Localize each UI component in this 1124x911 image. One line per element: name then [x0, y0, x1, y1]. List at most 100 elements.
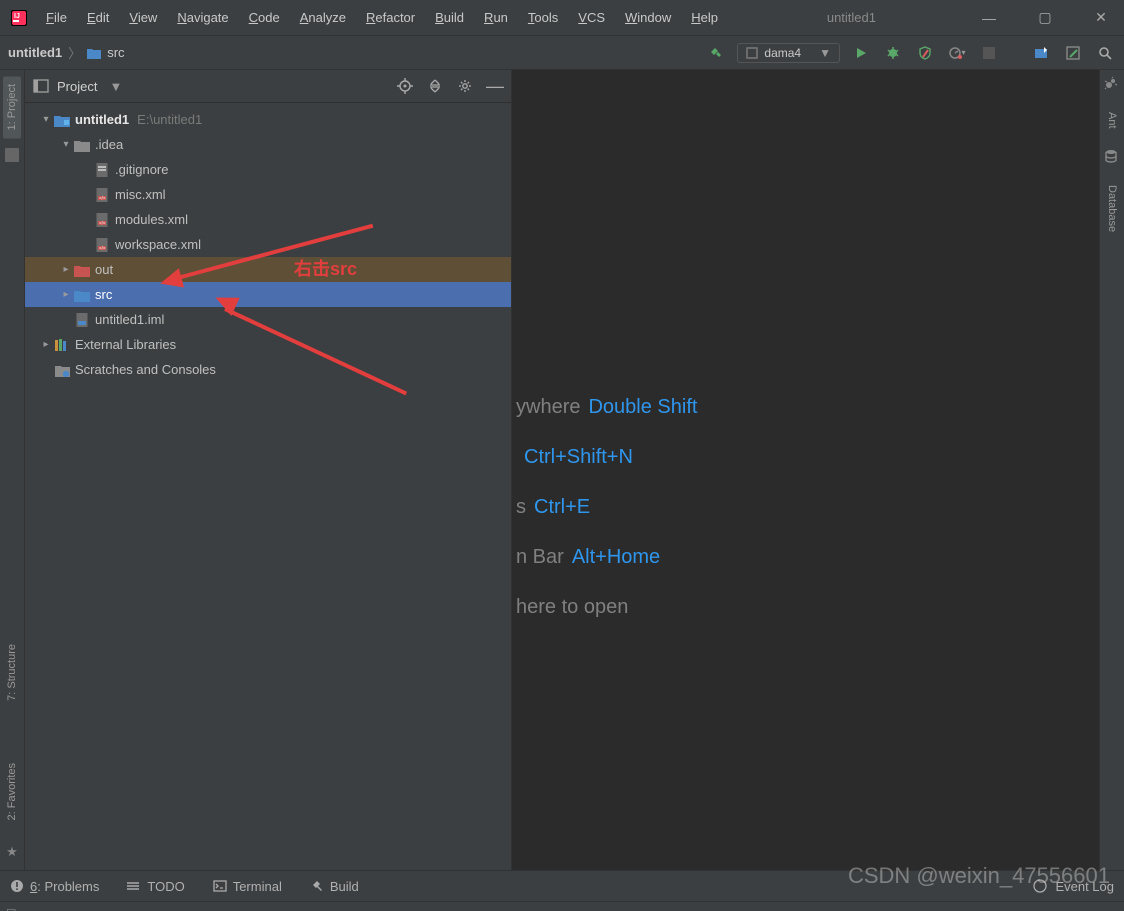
tree-node-label: External Libraries [75, 337, 176, 352]
run-configuration-selector[interactable]: dama4 ▼ [737, 43, 840, 63]
status-bar-hammer[interactable]: Build [310, 879, 359, 894]
status-bar: 6: Problems TODO Terminal Build Event Log [0, 870, 1124, 901]
welcome-hints: ywhere Double Shift Ctrl+Shift+Ns Ctrl+E… [516, 382, 697, 632]
tool-window-button-structure[interactable]: 7: Structure [6, 638, 18, 707]
tree-node-label: untitled1.iml [95, 312, 164, 327]
bottom-strip: ▭ [0, 901, 1124, 911]
tool-window-button-project[interactable]: 1: Project [3, 76, 21, 138]
folder-red-icon [73, 262, 91, 278]
event-log-button[interactable]: Event Log [1055, 879, 1114, 894]
welcome-hint-line: ywhere Double Shift [516, 382, 697, 432]
status-bar-item-label: Terminal [233, 879, 282, 894]
xml-icon: </> [93, 237, 111, 253]
welcome-hint-line: here to open [516, 582, 697, 632]
ide-settings-icon[interactable] [1062, 42, 1084, 64]
tree-node-untitled1[interactable]: ▾ untitled1 E:\untitled1 [25, 107, 511, 132]
right-tool-window-bar: Ant Database [1099, 70, 1124, 870]
tool-window-button-favorites[interactable]: 2: Favorites [6, 757, 18, 826]
locate-icon[interactable] [397, 78, 413, 94]
event-log-icon [1033, 879, 1047, 893]
tool-window-button-database[interactable]: Database [1106, 181, 1118, 236]
tree-node-misc-xml[interactable]: </>misc.xml [25, 182, 511, 207]
project-icon [33, 79, 49, 93]
tree-node-label: untitled1 [75, 112, 129, 127]
window-minimize-button[interactable]: — [966, 0, 1012, 35]
welcome-hint-line: s Ctrl+E [516, 482, 697, 532]
tree-node-untitled1-iml[interactable]: untitled1.iml [25, 307, 511, 332]
menu-file[interactable]: File [36, 6, 77, 29]
shortcut-key: Double Shift [588, 382, 697, 432]
menu-edit[interactable]: Edit [77, 6, 119, 29]
menu-view[interactable]: View [119, 6, 167, 29]
menu-run[interactable]: Run [474, 6, 518, 29]
chevron-down-icon[interactable]: ▼ [109, 79, 122, 94]
tree-node-workspace-xml[interactable]: </>workspace.xml [25, 232, 511, 257]
breadcrumb-item[interactable]: untitled1 [8, 45, 62, 60]
gear-icon[interactable] [457, 78, 473, 94]
chevron-down-icon: ▼ [819, 46, 831, 60]
tree-arrow-icon[interactable]: ▾ [39, 114, 53, 125]
project-tree[interactable]: ▾ untitled1 E:\untitled1 ▾.idea .gitignore </… [25, 103, 511, 870]
svg-text:</>: </> [99, 220, 106, 225]
tree-arrow-icon[interactable]: ▸ [59, 264, 73, 275]
tree-node-out[interactable]: ▸out [25, 257, 511, 282]
tree-node-hint: E:\untitled1 [137, 112, 202, 127]
folder-icon [87, 47, 101, 59]
svg-text:IJ: IJ [14, 13, 20, 20]
hide-icon[interactable]: — [487, 78, 503, 94]
tool-window-button-generic-icon[interactable] [5, 148, 19, 162]
tree-arrow-icon[interactable]: ▸ [59, 289, 73, 300]
tree-node--idea[interactable]: ▾.idea [25, 132, 511, 157]
menu-navigate[interactable]: Navigate [167, 6, 238, 29]
status-bar-terminal[interactable]: Terminal [213, 879, 282, 894]
tree-node-modules-xml[interactable]: </>modules.xml [25, 207, 511, 232]
scratch-icon [53, 362, 71, 378]
menu-refactor[interactable]: Refactor [356, 6, 425, 29]
breadcrumb[interactable]: untitled1 〉 src [8, 43, 125, 62]
tree-arrow-icon[interactable]: ▸ [39, 339, 53, 350]
xml-icon: </> [93, 187, 111, 203]
tree-node-src[interactable]: ▸src [25, 282, 511, 307]
tool-window-button-ant[interactable]: Ant [1106, 108, 1118, 133]
breadcrumb-item[interactable]: src [107, 45, 124, 60]
tree-node--gitignore[interactable]: .gitignore [25, 157, 511, 182]
window-close-button[interactable]: ✕ [1078, 0, 1124, 35]
status-bar-item-label: 6: Problems [30, 879, 99, 894]
breadcrumb-separator-icon: 〉 [68, 43, 81, 62]
database-icon [1104, 149, 1120, 165]
vcs-update-button[interactable] [1030, 42, 1052, 64]
tree-arrow-icon[interactable]: ▾ [59, 139, 73, 150]
editor-area[interactable]: ywhere Double Shift Ctrl+Shift+Ns Ctrl+E… [512, 70, 1099, 870]
xml-icon: </> [93, 212, 111, 228]
run-button[interactable] [850, 42, 872, 64]
project-panel-header: Project ▼ — [25, 70, 511, 103]
ant-icon [1104, 76, 1120, 92]
warn-icon [10, 879, 24, 893]
stop-button[interactable] [978, 42, 1000, 64]
coverage-button[interactable] [914, 42, 936, 64]
gitignore-icon [93, 162, 111, 178]
menu-tools[interactable]: Tools [518, 6, 568, 29]
menu-code[interactable]: Code [239, 6, 290, 29]
hammer-icon[interactable] [705, 42, 727, 64]
tree-node-external-libraries[interactable]: ▸ External Libraries [25, 332, 511, 357]
menu-window[interactable]: Window [615, 6, 681, 29]
menu-vcs[interactable]: VCS [568, 6, 615, 29]
project-panel-title[interactable]: Project [57, 79, 97, 94]
todo-icon [127, 879, 141, 893]
tree-node-label: .gitignore [115, 162, 168, 177]
window-maximize-button[interactable]: ▢ [1022, 0, 1068, 35]
collapse-all-icon[interactable] [427, 78, 443, 94]
status-bar-warn[interactable]: 6: Problems [10, 879, 99, 894]
status-bar-item-label: Build [330, 879, 359, 894]
menu-help[interactable]: Help [681, 6, 728, 29]
profiler-button[interactable]: ▾ [946, 42, 968, 64]
tool-windows-toggle-icon[interactable]: ▭ [6, 904, 16, 911]
tree-node-scratches-and-consoles[interactable]: Scratches and Consoles [25, 357, 511, 382]
debug-button[interactable] [882, 42, 904, 64]
folder-blue-icon [73, 287, 91, 303]
status-bar-todo[interactable]: TODO [127, 879, 184, 894]
search-everywhere-button[interactable] [1094, 42, 1116, 64]
menu-build[interactable]: Build [425, 6, 474, 29]
menu-analyze[interactable]: Analyze [290, 6, 356, 29]
